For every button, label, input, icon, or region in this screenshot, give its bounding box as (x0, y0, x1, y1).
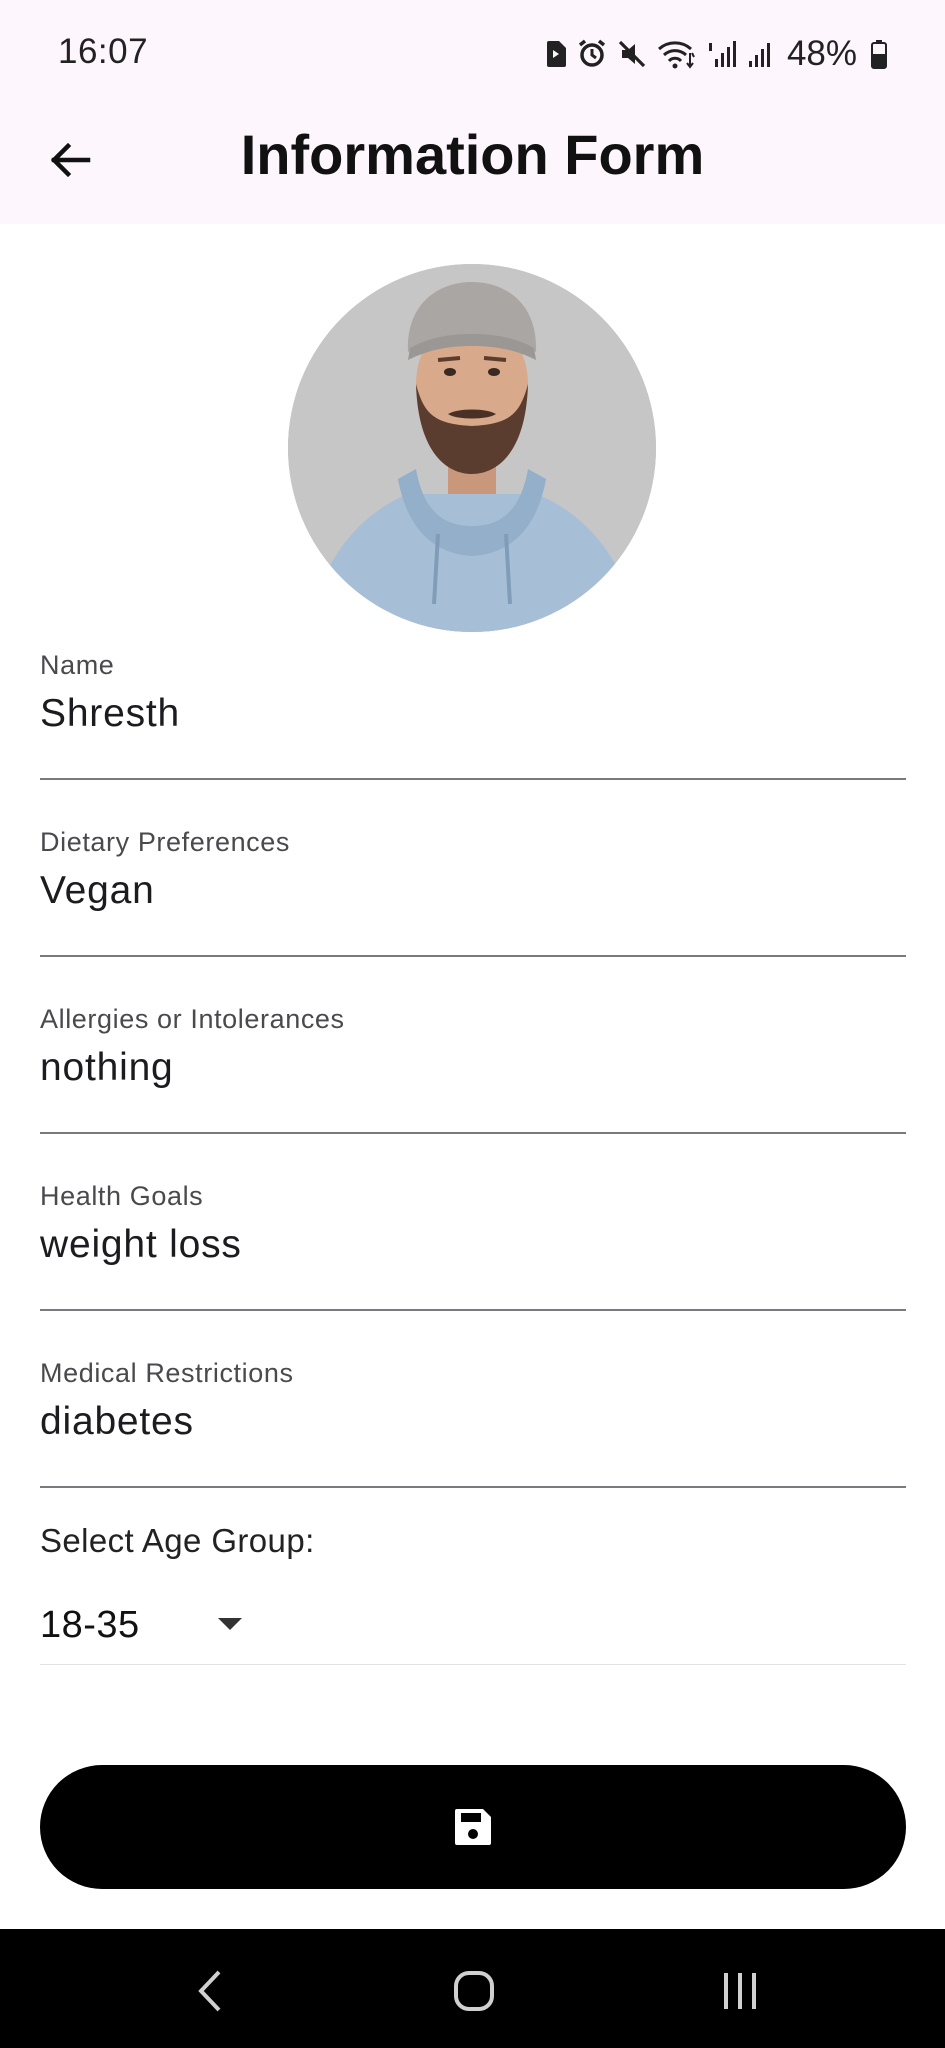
nav-recents-button[interactable] (710, 1961, 770, 2021)
dietary-preferences-field[interactable]: Dietary Preferences Vegan (40, 827, 906, 957)
status-time: 16:07 (58, 32, 149, 71)
allergies-label: Allergies or Intolerances (40, 1004, 345, 1034)
battery-percentage: 48% (786, 34, 857, 73)
age-group-value[interactable]: 18-35 (40, 1604, 140, 1647)
home-icon (454, 1971, 494, 2011)
medical-restrictions-value[interactable]: diabetes (40, 1400, 194, 1444)
health-goals-label: Health Goals (40, 1181, 204, 1211)
health-goals-field[interactable]: Health Goals weight loss (40, 1181, 906, 1311)
allergies-field[interactable]: Allergies or Intolerances nothing (40, 1004, 906, 1134)
avatar (288, 264, 656, 632)
nav-back-button[interactable] (180, 1961, 240, 2021)
wifi-icon (657, 41, 695, 69)
battery-icon (871, 40, 887, 69)
dietary-preferences-label: Dietary Preferences (40, 827, 290, 857)
chevron-left-icon (198, 1970, 221, 2012)
dietary-preferences-value[interactable]: Vegan (40, 869, 155, 913)
name-field[interactable]: Name Shresth (40, 650, 906, 780)
system-nav-bar (0, 1929, 945, 2048)
sim-icon (546, 41, 566, 67)
avatar-image (288, 264, 656, 632)
recents-icon (724, 1973, 756, 2009)
name-label: Name (40, 650, 115, 680)
app-bar: Information Form (0, 108, 945, 224)
medical-restrictions-label: Medical Restrictions (40, 1358, 294, 1388)
chevron-down-icon[interactable] (216, 1616, 244, 1632)
page-title: Information Form (240, 123, 705, 186)
medical-restrictions-field[interactable]: Medical Restrictions diabetes (40, 1358, 906, 1488)
save-icon (455, 1809, 491, 1845)
allergies-value[interactable]: nothing (40, 1046, 174, 1090)
save-button[interactable] (40, 1765, 906, 1889)
status-icons: 48% (545, 34, 887, 74)
signal-icon (708, 41, 736, 67)
name-value[interactable]: Shresth (40, 692, 180, 736)
mute-icon (618, 40, 646, 68)
alarm-icon (578, 39, 606, 67)
age-group-label: Select Age Group: (40, 1522, 315, 1559)
health-goals-value[interactable]: weight loss (40, 1223, 242, 1267)
signal-icon (748, 43, 770, 67)
nav-home-button[interactable] (444, 1961, 504, 2021)
status-bar: 16:07 48% (0, 0, 945, 108)
age-group-dropdown[interactable]: 18-35 (40, 1594, 906, 1665)
